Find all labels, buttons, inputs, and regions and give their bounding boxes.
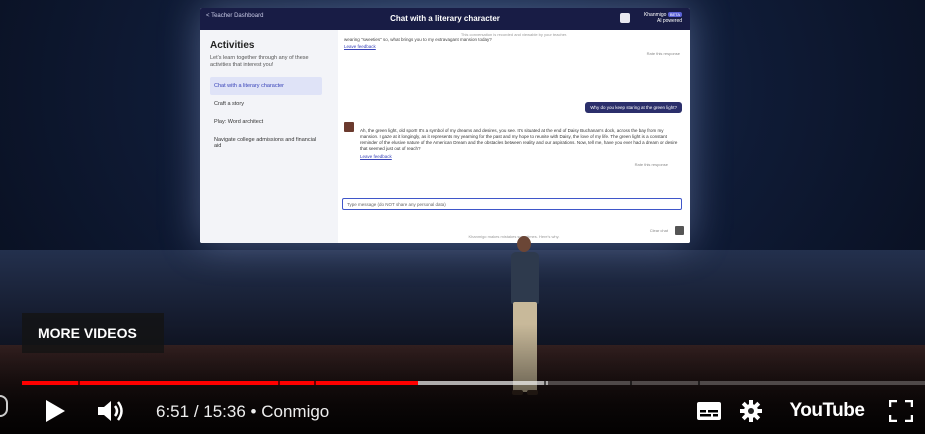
- activities-title: Activities: [210, 40, 255, 51]
- character-message: Ah, the green light, old sport! It's a s…: [360, 128, 678, 168]
- rate-response-label: Rate this response: [634, 162, 668, 167]
- video-player[interactable]: < Teacher Dashboard Chat with a literary…: [0, 0, 925, 434]
- gear-icon: [740, 400, 762, 422]
- clear-chat-button: Clear chat: [649, 228, 668, 233]
- time-separator: /: [189, 402, 204, 421]
- beta-badge: BETA: [667, 12, 682, 17]
- activity-item: Navigate college admissions and financia…: [214, 137, 317, 149]
- current-time: 6:51: [156, 402, 190, 421]
- activity-item: Play: Word architect: [214, 119, 264, 125]
- chapter-marker: [314, 381, 316, 385]
- leave-feedback-link: Leave feedback: [360, 154, 392, 159]
- rate-response-label: Rate this response: [646, 51, 680, 56]
- youtube-logo[interactable]: YouTube: [784, 396, 870, 426]
- progress-bar[interactable]: [22, 381, 925, 385]
- activity-item: Chat with a literary character: [210, 77, 322, 95]
- progress-played: [22, 381, 419, 385]
- character-avatar-icon: [344, 122, 354, 132]
- message-input: Type message (do NOT share any personal …: [342, 198, 682, 210]
- chapter-marker: [698, 381, 700, 385]
- chapter-marker: [278, 381, 280, 385]
- screen-topbar: < Teacher Dashboard Chat with a literary…: [200, 8, 690, 30]
- more-videos-button[interactable]: MORE VIDEOS: [22, 313, 164, 353]
- chapter-marker: [630, 381, 632, 385]
- activities-panel: Activities Let's learn together through …: [200, 30, 335, 243]
- subtitles-button[interactable]: [692, 396, 726, 426]
- volume-icon: [98, 401, 123, 421]
- volume-button[interactable]: [92, 394, 132, 428]
- brand-subtitle: Al powered: [656, 18, 682, 24]
- activity-item: Craft a story: [214, 101, 244, 107]
- player-controls: 6:51 / 15:36 • Conmigo YouTube: [0, 390, 925, 434]
- activities-description: Let's learn together through any of thes…: [210, 55, 309, 68]
- time-display: 6:51 / 15:36 • Conmigo: [156, 402, 329, 422]
- chapter-title[interactable]: Conmigo: [261, 402, 329, 421]
- duration: 15:36: [203, 402, 246, 421]
- character-message-text: Ah, the green light, old sport! It's a s…: [360, 128, 678, 151]
- khanmigo-icon: [620, 13, 630, 23]
- settings-button[interactable]: [734, 396, 768, 426]
- play-icon: [46, 400, 65, 422]
- chapter-separator: •: [245, 402, 262, 421]
- play-button[interactable]: [38, 394, 72, 428]
- leave-feedback-link: Leave feedback: [344, 44, 376, 49]
- chat-panel: This conversation is recorded and viewab…: [338, 30, 690, 243]
- speaker-torso: [511, 252, 539, 304]
- speaker-head: [517, 236, 531, 252]
- fullscreen-icon: [889, 400, 913, 422]
- chapter-marker: [544, 381, 546, 385]
- fullscreen-button[interactable]: [884, 396, 918, 426]
- projected-screen: < Teacher Dashboard Chat with a literary…: [200, 8, 690, 243]
- screen-title: Chat with a literary character: [390, 14, 500, 23]
- brand-label: Khanmigo BETA Al powered: [644, 12, 682, 24]
- user-message: Why do you keep staring at the green lig…: [585, 102, 682, 113]
- subtitles-icon: [697, 402, 721, 420]
- chapter-marker: [78, 381, 80, 385]
